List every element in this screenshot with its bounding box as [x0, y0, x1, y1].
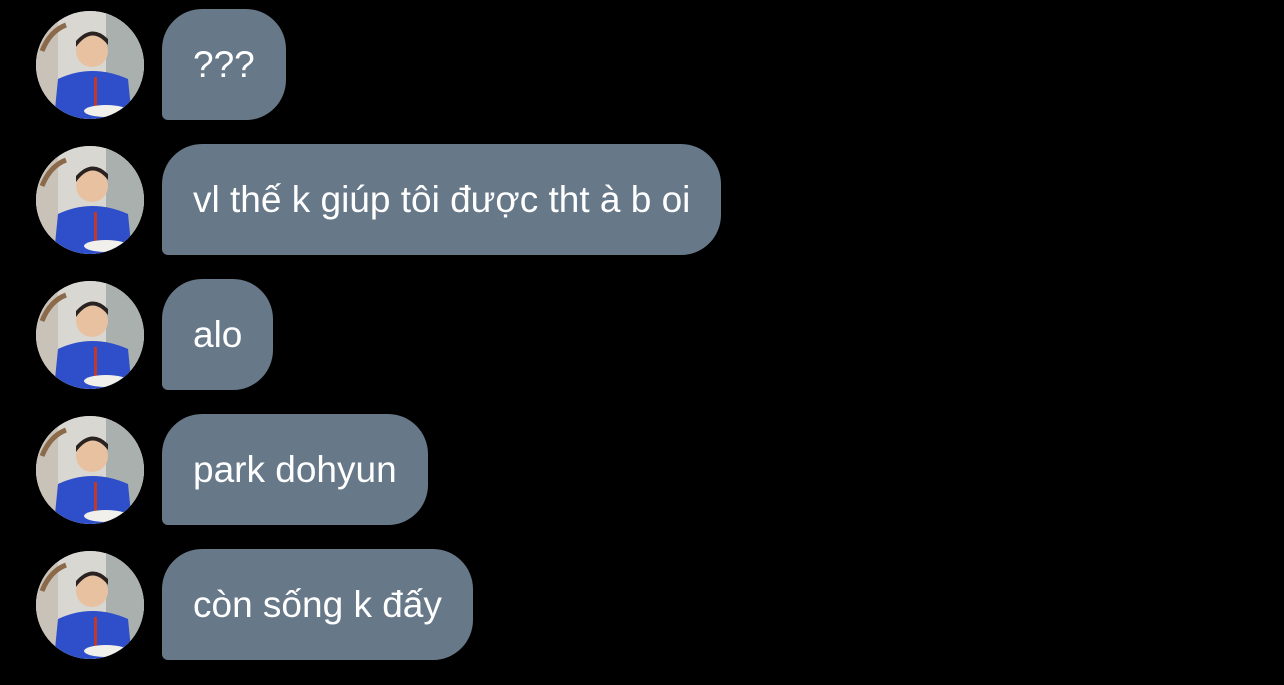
message-bubble[interactable]: park dohyun	[162, 414, 428, 525]
sender-avatar[interactable]	[36, 281, 144, 389]
avatar-photo-icon	[36, 551, 144, 659]
sender-avatar[interactable]	[36, 146, 144, 254]
sender-avatar[interactable]	[36, 551, 144, 659]
chat-thread: ??? vl thế k giúp tôi được tht à b oi al…	[0, 0, 1284, 685]
message-bubble[interactable]: alo	[162, 279, 274, 390]
avatar-photo-icon	[36, 146, 144, 254]
avatar-photo-icon	[36, 11, 144, 119]
message-bubble[interactable]: ???	[162, 9, 286, 120]
avatar-photo-icon	[36, 281, 144, 389]
sender-avatar[interactable]	[36, 416, 144, 524]
message-bubble[interactable]: vl thế k giúp tôi được tht à b oi	[162, 144, 722, 255]
sender-avatar[interactable]	[36, 11, 144, 119]
message-bubble[interactable]: còn sống k đấy	[162, 549, 473, 660]
avatar-photo-icon	[36, 416, 144, 524]
